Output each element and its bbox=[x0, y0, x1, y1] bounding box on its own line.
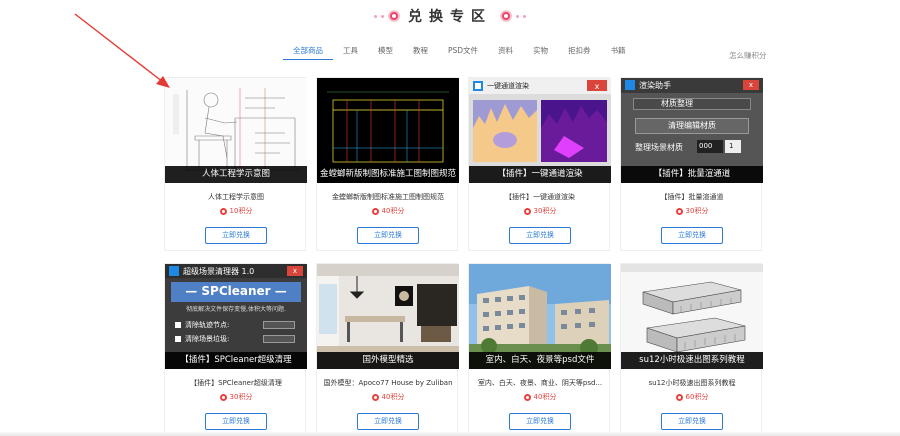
tab-physical[interactable]: 实物 bbox=[523, 45, 558, 60]
header-decoration-right bbox=[500, 10, 526, 22]
product-thumbnail[interactable]: 室内、白天、夜景等psd文件 bbox=[469, 264, 611, 369]
points-icon bbox=[675, 207, 683, 215]
redeem-button[interactable]: 立即兑换 bbox=[205, 227, 267, 244]
points-icon bbox=[371, 393, 379, 401]
product-name[interactable]: 金螳螂新版制图标准施工图制图规范 bbox=[317, 192, 459, 202]
product-points: 30积分 bbox=[469, 206, 611, 216]
product-banner: 人体工程学示意图 bbox=[165, 166, 307, 183]
points-icon bbox=[675, 393, 683, 401]
page-title: 兑换专区 bbox=[408, 9, 492, 25]
product-card[interactable]: 金螳螂新版制图标准施工图制图规范 金螳螂新版制图标准施工图制图规范 40积分 立… bbox=[316, 77, 459, 251]
thumb-option: 清除轨迹节点: bbox=[185, 321, 230, 329]
product-points: 40积分 bbox=[469, 392, 611, 402]
points-icon bbox=[523, 393, 531, 401]
product-thumbnail[interactable]: 金螳螂新版制图标准施工图制图规范 bbox=[317, 78, 459, 183]
product-points: 30积分 bbox=[621, 206, 763, 216]
product-banner: 金螳螂新版制图标准施工图制图规范 bbox=[317, 166, 459, 183]
product-card[interactable]: 渲染助手 x 材质整理 清理编辑材质 整理场景材质 000 1 【插件】批量渲通… bbox=[620, 77, 763, 251]
product-points: 60积分 bbox=[621, 392, 763, 402]
tab-tutorials[interactable]: 教程 bbox=[403, 45, 438, 60]
section-header: 兑换专区 bbox=[0, 6, 900, 26]
points-icon bbox=[523, 207, 531, 215]
product-banner: 【插件】批量渲通道 bbox=[621, 166, 763, 183]
tab-tools[interactable]: 工具 bbox=[333, 45, 368, 60]
thumb-button-label: 清理编辑材质 bbox=[668, 121, 716, 130]
product-card[interactable]: 超级场景清理器 1.0 x — SPCleaner — 彻底解决文件保存变慢,体… bbox=[164, 263, 307, 436]
product-banner: 【插件】SPCleaner超级清理 bbox=[165, 352, 307, 369]
product-card[interactable]: 人体工程学示意图 人体工程学示意图 10积分 立即兑换 bbox=[164, 77, 307, 251]
product-name[interactable]: su12小时极速出图系列教程 bbox=[621, 378, 763, 388]
product-points: 40积分 bbox=[317, 206, 459, 216]
product-name[interactable]: 【插件】SPCleaner超级清理 bbox=[165, 378, 307, 388]
tab-psd[interactable]: PSD文件 bbox=[438, 45, 488, 60]
product-thumbnail[interactable]: 国外模型精选 bbox=[317, 264, 459, 369]
header-decoration-left bbox=[374, 10, 400, 22]
product-thumbnail[interactable]: su12小时极速出图系列教程 bbox=[621, 264, 763, 369]
product-name[interactable]: 人体工程学示意图 bbox=[165, 192, 307, 202]
redeem-button[interactable]: 立即兑换 bbox=[661, 413, 723, 430]
thumb-window-title: 渲染助手 bbox=[639, 81, 671, 90]
product-name[interactable]: 室内、白天、夜景、商业、阴天等psd... bbox=[469, 378, 611, 388]
redeem-button[interactable]: 立即兑换 bbox=[357, 413, 419, 430]
flower-icon bbox=[500, 10, 512, 22]
product-banner: 国外模型精选 bbox=[317, 352, 459, 369]
product-banner: 【插件】一键通道渲染 bbox=[469, 166, 611, 183]
thumb-section-label: 材质整理 bbox=[661, 99, 693, 108]
points-icon bbox=[219, 393, 227, 401]
product-card[interactable]: 室内、白天、夜景等psd文件 室内、白天、夜景、商业、阴天等psd... 40积… bbox=[468, 263, 611, 436]
product-card[interactable]: su12小时极速出图系列教程 su12小时极速出图系列教程 60积分 立即兑换 bbox=[620, 263, 763, 436]
thumb-stepper-value: 1 bbox=[729, 142, 734, 150]
redeem-button[interactable]: 立即兑换 bbox=[509, 413, 571, 430]
product-name[interactable]: 【插件】批量渲通道 bbox=[621, 192, 763, 202]
redeem-button[interactable]: 立即兑换 bbox=[357, 227, 419, 244]
product-banner: 室内、白天、夜景等psd文件 bbox=[469, 352, 611, 369]
product-card[interactable]: x 一键通道渲染 【插件】一键通道渲染 【插件】一键通道渲染 30积分 立即兑换 bbox=[468, 77, 611, 251]
points-icon bbox=[371, 207, 379, 215]
thumb-option: 清除场景垃圾: bbox=[185, 335, 230, 343]
thumb-subtitle: 彻底解决文件保存变慢,体积大等问题. bbox=[186, 306, 286, 313]
product-card[interactable]: 国外模型精选 国外模型：Apoco77 House by Zuliban 40积… bbox=[316, 263, 459, 436]
product-thumbnail[interactable]: 人体工程学示意图 bbox=[165, 78, 307, 183]
product-thumbnail[interactable]: 超级场景清理器 1.0 x — SPCleaner — 彻底解决文件保存变慢,体… bbox=[165, 264, 307, 369]
thumb-field-value: 000 bbox=[699, 142, 713, 150]
bottom-scroll-edge bbox=[0, 432, 900, 436]
redeem-button[interactable]: 立即兑换 bbox=[661, 227, 723, 244]
svg-text:x: x bbox=[595, 82, 600, 91]
product-points: 10积分 bbox=[165, 206, 307, 216]
points-icon bbox=[219, 207, 227, 215]
thumb-field-label: 整理场景材质 bbox=[635, 143, 683, 152]
flower-icon bbox=[388, 10, 400, 22]
tab-coupons[interactable]: 拒扣券 bbox=[558, 45, 601, 60]
category-tabs: 全部商品 工具 模型 教程 PSD文件 资料 实物 拒扣券 书籍 bbox=[283, 45, 636, 60]
product-banner: su12小时极速出图系列教程 bbox=[621, 352, 763, 369]
product-points: 40积分 bbox=[317, 392, 459, 402]
thumb-window-title: 一键通道渲染 bbox=[487, 82, 529, 90]
tab-books[interactable]: 书籍 bbox=[601, 45, 636, 60]
tab-materials[interactable]: 资料 bbox=[488, 45, 523, 60]
product-points: 30积分 bbox=[165, 392, 307, 402]
redeem-button[interactable]: 立即兑换 bbox=[205, 413, 267, 430]
thumb-brand: — SPCleaner — bbox=[185, 284, 287, 298]
product-thumbnail[interactable]: x 一键通道渲染 【插件】一键通道渲染 bbox=[469, 78, 611, 183]
product-name[interactable]: 【插件】一键通道渲染 bbox=[469, 192, 611, 202]
product-name[interactable]: 国外模型：Apoco77 House by Zuliban bbox=[317, 378, 459, 388]
tab-all[interactable]: 全部商品 bbox=[283, 45, 333, 60]
thumb-window-title: 超级场景清理器 1.0 bbox=[183, 267, 255, 276]
redeem-button[interactable]: 立即兑换 bbox=[509, 227, 571, 244]
product-thumbnail[interactable]: 渲染助手 x 材质整理 清理编辑材质 整理场景材质 000 1 【插件】批量渲通… bbox=[621, 78, 763, 183]
tab-models[interactable]: 模型 bbox=[368, 45, 403, 60]
earn-points-link[interactable]: 怎么赚积分 bbox=[729, 50, 767, 61]
